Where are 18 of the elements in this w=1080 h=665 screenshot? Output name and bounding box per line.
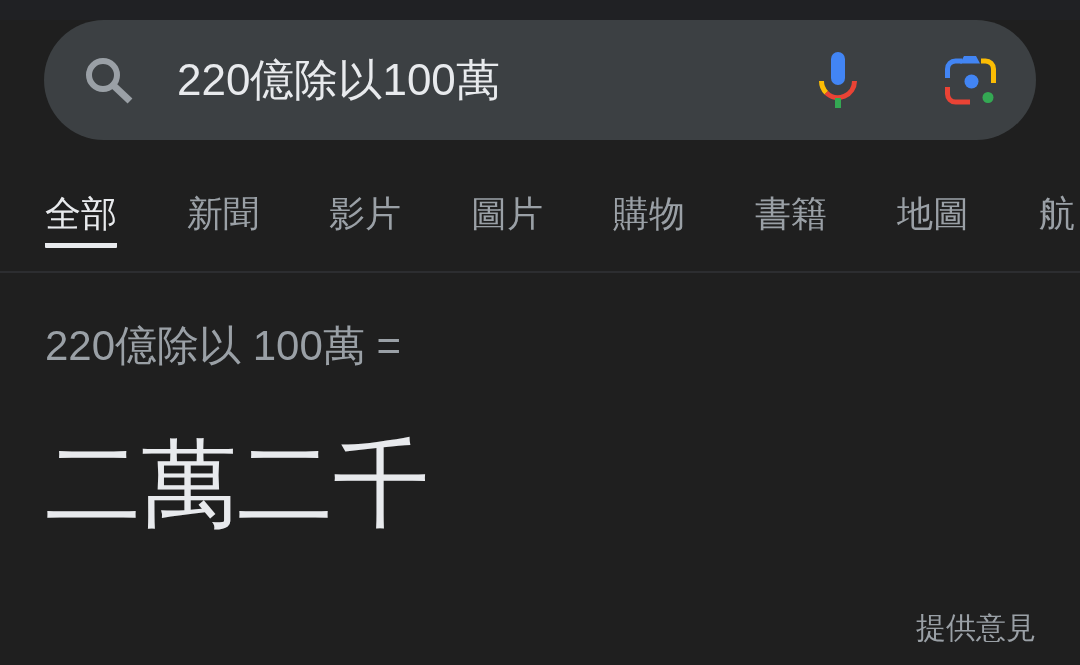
- search-tab[interactable]: 影片: [329, 196, 401, 248]
- search-tab[interactable]: 新聞: [187, 196, 259, 248]
- feedback-link[interactable]: 提供意見: [916, 613, 1036, 643]
- search-tab[interactable]: 圖片: [471, 196, 543, 248]
- search-icon: [84, 56, 133, 104]
- search-tab[interactable]: 購物: [613, 196, 685, 248]
- calculation-expression: 220億除以 100萬 =: [45, 325, 401, 367]
- search-bar[interactable]: 220億除以100萬: [44, 20, 1036, 140]
- search-tab[interactable]: 地圖: [897, 196, 969, 248]
- search-input[interactable]: 220億除以100萬: [177, 55, 819, 105]
- search-tab[interactable]: 書籍: [755, 196, 827, 248]
- camera-lens-icon: [945, 55, 996, 105]
- microphone-icon: [819, 52, 857, 108]
- search-tab[interactable]: 航: [1039, 196, 1075, 248]
- calculation-answer: 二萬二千: [45, 436, 429, 532]
- voice-search-button[interactable]: [819, 52, 857, 108]
- search-tab[interactable]: 全部: [45, 196, 117, 248]
- image-search-button[interactable]: [945, 55, 996, 105]
